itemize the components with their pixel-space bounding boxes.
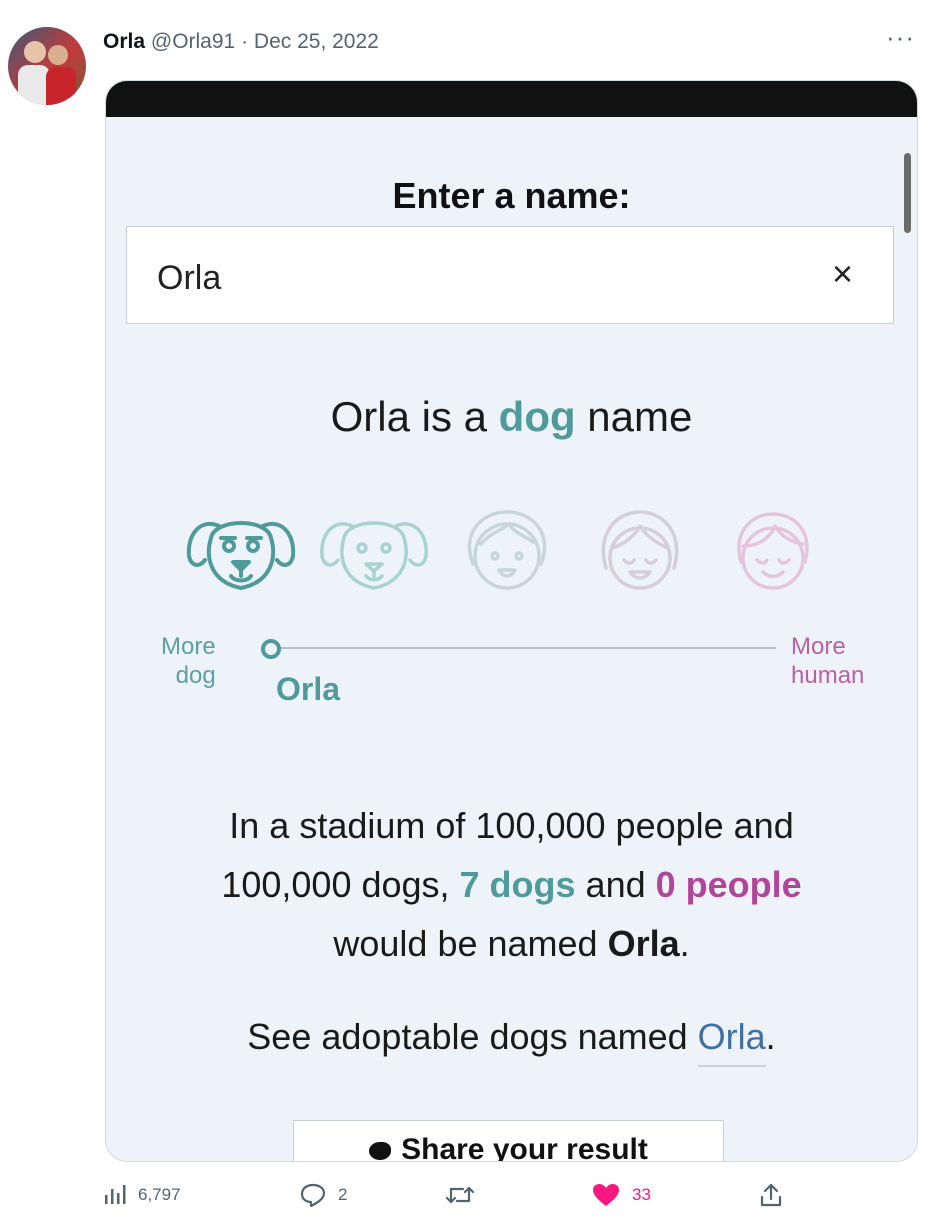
- like-count: 33: [632, 1185, 651, 1204]
- dog-icon: [320, 521, 428, 590]
- dog-human-slider: More dog Orla More human: [106, 621, 917, 707]
- woman-icon: [601, 510, 679, 590]
- retweet-button[interactable]: [445, 1178, 487, 1212]
- more-human-label-line1: More: [791, 633, 846, 660]
- tweet-date[interactable]: Dec 25, 2022: [254, 30, 379, 53]
- heart-icon: [593, 1184, 619, 1206]
- tweet-actions: 6,797 2 33: [0, 1178, 929, 1212]
- more-human-label: More human: [791, 632, 864, 690]
- adopt-link[interactable]: Orla: [697, 1016, 766, 1067]
- slider-track: [261, 647, 776, 649]
- stats-line-2: 100,000 dogs, 7 dogs and 0 people: [106, 855, 917, 914]
- more-dog-label: More dog: [161, 632, 216, 690]
- name-input-value: Orla: [157, 259, 222, 297]
- stats-name: Orla: [607, 923, 680, 964]
- handle[interactable]: @Orla91: [151, 30, 235, 53]
- adopt-line: See adoptable dogs named Orla.: [106, 1016, 917, 1067]
- separator: ·: [241, 30, 249, 53]
- card-top-bar: [106, 81, 917, 117]
- twitter-bird-icon: [369, 1142, 392, 1161]
- dog-human-scale-icons: [181, 504, 826, 604]
- clear-input-button[interactable]: ×: [832, 253, 853, 295]
- name-input[interactable]: Orla ×: [126, 226, 894, 324]
- share-result-label: Share your result: [401, 1133, 648, 1162]
- views-count: 6,797: [138, 1185, 181, 1204]
- enter-name-label: Enter a name:: [392, 175, 631, 216]
- headline-prefix: Orla is a: [330, 393, 499, 440]
- views-button[interactable]: 6,797: [104, 1178, 181, 1212]
- like-button[interactable]: 33: [592, 1178, 651, 1212]
- stats-line-1: In a stadium of 100,000 people and: [229, 805, 794, 846]
- stats-dogs-count: 7 dogs: [459, 864, 576, 905]
- avatar-person-1: [24, 41, 46, 63]
- stats-line-3: would be named Orla.: [106, 914, 917, 973]
- more-human-label-line2: human: [791, 662, 865, 689]
- adopt-prefix: See adoptable dogs named: [247, 1016, 698, 1057]
- stadium-stats: In a stadium of 100,000 people and 100,0…: [106, 796, 917, 973]
- media-card: Enter a name: Orla × Orla is a dog name: [105, 80, 918, 1162]
- more-options-button[interactable]: ···: [886, 22, 915, 53]
- more-dog-label-line2: dog: [175, 662, 216, 689]
- reply-count: 2: [338, 1185, 348, 1204]
- adopt-suffix: .: [765, 1016, 776, 1057]
- tweet-header: Orla @Orla91 · Dec 25, 2022: [103, 30, 379, 54]
- reply-button[interactable]: 2: [300, 1178, 347, 1212]
- stats-line-2-prefix: 100,000 dogs,: [221, 864, 460, 905]
- slider-name-label: Orla: [276, 671, 341, 707]
- stats-people-count: 0 people: [655, 864, 802, 905]
- avatar-body-2: [46, 67, 76, 105]
- share-button[interactable]: [760, 1178, 794, 1212]
- stats-line-3-prefix: would be named: [333, 923, 608, 964]
- result-headline: Orla is a dog name: [106, 393, 917, 441]
- share-result-button[interactable]: Share your result: [293, 1120, 724, 1162]
- display-name[interactable]: Orla: [103, 30, 145, 53]
- retweet-icon: [445, 1186, 475, 1204]
- avatar-person-2: [48, 45, 68, 65]
- more-dog-label-line1: More: [161, 633, 216, 660]
- headline-suffix: name: [575, 393, 693, 440]
- dog-icon: [186, 521, 296, 590]
- slider-knob: [261, 639, 282, 659]
- stats-period: .: [679, 923, 690, 964]
- stats-and: and: [575, 864, 656, 905]
- avatar[interactable]: [8, 27, 86, 105]
- child-icon: [467, 510, 547, 590]
- share-icon: [760, 1183, 782, 1207]
- headline-highlight: dog: [498, 393, 576, 440]
- reply-icon: [300, 1183, 326, 1207]
- woman-icon: [737, 512, 809, 590]
- analytics-icon: [105, 1185, 126, 1204]
